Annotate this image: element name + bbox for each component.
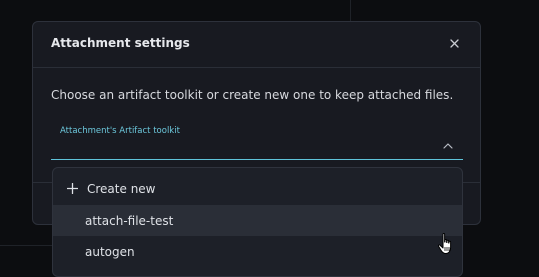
close-icon xyxy=(449,38,459,48)
option-label: attach-file-test xyxy=(85,213,174,228)
field-label: Attachment's Artifact toolkit xyxy=(60,126,180,136)
create-new-label: Create new xyxy=(87,181,156,196)
dialog-header: Attachment settings xyxy=(33,22,480,68)
chevron-up-icon[interactable] xyxy=(443,142,453,150)
dropdown-option[interactable]: attach-file-test xyxy=(53,205,462,236)
plus-icon xyxy=(67,183,78,194)
dialog-description: Choose an artifact toolkit or create new… xyxy=(51,88,454,102)
dialog-title: Attachment settings xyxy=(51,36,190,50)
toolkit-dropdown-menu: Create new attach-file-test autogen xyxy=(52,167,463,277)
background-divider xyxy=(350,0,351,22)
artifact-toolkit-select[interactable]: Attachment's Artifact toolkit xyxy=(51,122,463,160)
create-new-option[interactable]: Create new xyxy=(53,173,462,204)
dropdown-option[interactable]: autogen xyxy=(53,236,462,267)
option-label: autogen xyxy=(85,244,135,259)
close-button[interactable] xyxy=(446,35,462,51)
background-divider xyxy=(0,245,52,246)
hand-pointer-icon xyxy=(437,232,452,254)
